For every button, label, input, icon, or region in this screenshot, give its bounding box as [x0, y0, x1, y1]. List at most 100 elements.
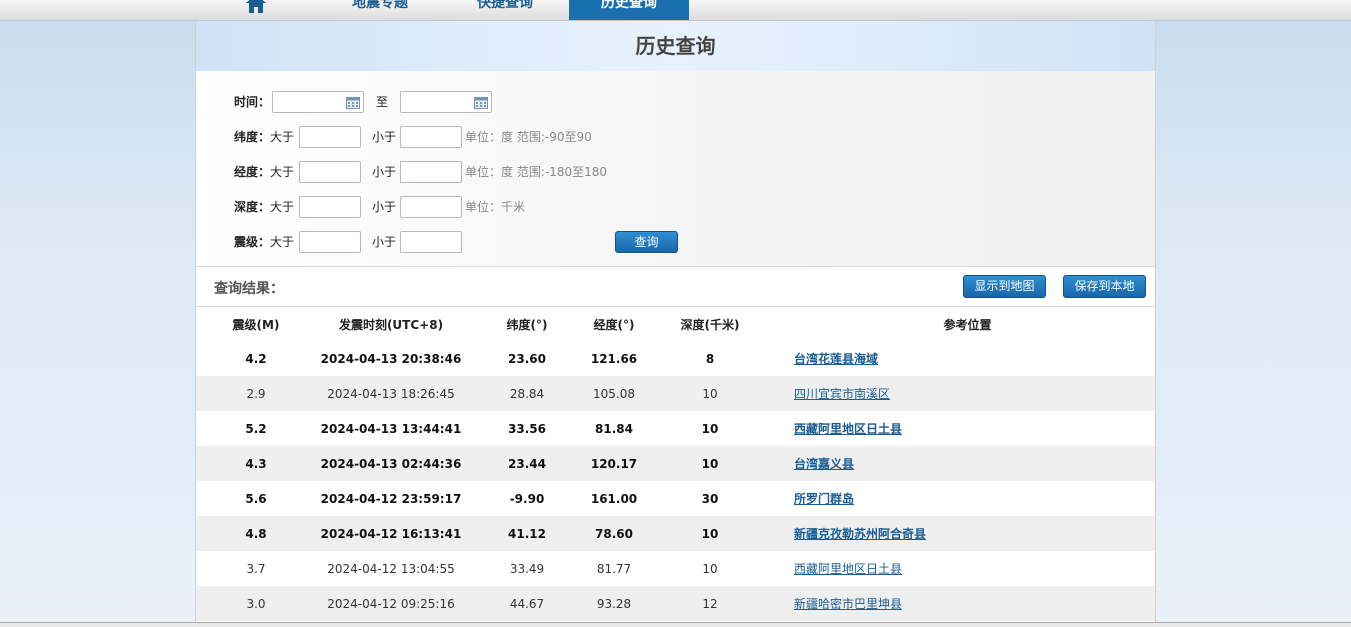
cell-depth: 10	[702, 561, 718, 576]
show-on-map-button[interactable]: 显示到地图	[963, 275, 1046, 298]
header-magnitude: 震级(M)	[196, 307, 316, 341]
magnitude-max-input[interactable]	[400, 231, 462, 253]
cell-location: 西藏阿里地区日土县	[780, 411, 1155, 446]
time-label: 时间：	[234, 95, 271, 109]
magnitude-min-input[interactable]	[299, 231, 361, 253]
cell-latitude: -9.90	[509, 491, 545, 506]
cell-longitude: 105.08	[588, 376, 640, 411]
cell-magnitude: 3.0	[196, 586, 316, 621]
location-link[interactable]: 新疆克孜勒苏州阿合奇县	[794, 527, 926, 541]
depth-label: 深度：	[234, 200, 271, 214]
location-link[interactable]: 西藏阿里地区日土县	[794, 562, 902, 576]
start-time-input[interactable]	[272, 91, 364, 113]
cell-longitude: 78.60	[588, 516, 640, 551]
results-body: 4.2 2024-04-13 20:38:46 23.60 121.66 8 台湾花莲县海…	[196, 341, 1155, 621]
cell-depth: 30	[701, 491, 719, 506]
location-link[interactable]: 台湾花莲县海域	[794, 352, 878, 366]
cell-depth: 10	[640, 376, 780, 411]
longitude-gt-label: 大于	[270, 165, 295, 179]
cell-time: 2024-04-13 13:44:41	[320, 421, 462, 436]
depth-gt-label: 大于	[270, 200, 295, 214]
magnitude-lt-label: 小于	[372, 235, 397, 249]
cell-time: 2024-04-12 09:25:16	[316, 586, 466, 621]
longitude-min-input[interactable]	[299, 161, 361, 183]
save-to-local-button[interactable]: 保存到本地	[1063, 275, 1146, 298]
depth-min-input[interactable]	[299, 196, 361, 218]
cell-magnitude: 4.2	[245, 351, 267, 366]
location-link[interactable]: 台湾嘉义县	[794, 457, 854, 471]
cell-latitude: 28.84	[466, 376, 588, 411]
header-latitude: 纬度(°)	[466, 307, 588, 341]
cell-depth: 10	[701, 421, 719, 436]
horizontal-scrollbar[interactable]	[0, 622, 1351, 627]
longitude-lt-label: 小于	[372, 165, 397, 179]
cell-time: 2024-04-12 13:04:55	[327, 561, 455, 576]
longitude-max-input[interactable]	[400, 161, 462, 183]
magnitude-row: 震级：大于 小于	[234, 231, 534, 253]
nav-quick-query[interactable]: 快捷查询	[455, 0, 555, 20]
latitude-max-input[interactable]	[400, 126, 462, 148]
cell-location: 西藏阿里地区日土县	[780, 551, 1155, 586]
query-button[interactable]: 查询	[615, 231, 678, 253]
latitude-gt-label: 大于	[270, 130, 295, 144]
latitude-min-input[interactable]	[299, 126, 361, 148]
cell-depth: 12	[640, 586, 780, 621]
longitude-unit: 单位：度 范围:-180至180	[465, 165, 607, 179]
depth-row: 深度：大于 小于 单位：千米	[234, 196, 734, 218]
end-time-input[interactable]	[400, 91, 492, 113]
table-row: 2.9 2024-04-13 18:26:45 28.84 105.08 10 四川宜宾市…	[196, 376, 1155, 411]
latitude-label: 纬度：	[234, 130, 271, 144]
cell-magnitude: 4.8	[196, 516, 316, 551]
cell-longitude: 81.84	[595, 421, 633, 436]
cell-longitude: 120.17	[588, 446, 640, 481]
cell-magnitude: 2.9	[196, 376, 316, 411]
header-location: 参考位置	[780, 307, 1155, 341]
cell-location: 新疆克孜勒苏州阿合奇县	[780, 516, 1155, 551]
cell-longitude: 81.77	[596, 561, 632, 576]
table-row: 5.2 2024-04-13 13:44:41 33.56 81.84 10 西藏阿里地区…	[196, 411, 1155, 446]
calendar-icon[interactable]	[346, 96, 360, 109]
cell-longitude: 93.28	[588, 586, 640, 621]
cell-location: 台湾嘉义县	[780, 446, 1155, 481]
table-header-row: 震级(M) 发震时刻(UTC+8) 纬度(°) 经度(°) 深度(千米) 参考位…	[196, 307, 1155, 341]
cell-longitude: 161.00	[590, 491, 638, 506]
cell-location: 台湾花莲县海域	[780, 341, 1155, 376]
location-link[interactable]: 所罗门群岛	[794, 492, 854, 506]
depth-max-input[interactable]	[400, 196, 462, 218]
cell-time: 2024-04-13 18:26:45	[316, 376, 466, 411]
nav-earthquake-topics[interactable]: 地震专题	[330, 0, 430, 20]
cell-time: 2024-04-12 23:59:17	[320, 491, 462, 506]
nav-history-query[interactable]: 历史查询	[569, 0, 689, 20]
calendar-icon[interactable]	[474, 96, 488, 109]
latitude-row: 纬度：大于 小于 单位：度 范围:-90至90	[234, 126, 734, 148]
cell-latitude: 23.60	[508, 351, 546, 366]
location-link[interactable]: 四川宜宾市南溪区	[794, 387, 890, 401]
cell-latitude: 41.12	[466, 516, 588, 551]
longitude-row: 经度：大于 小于 单位：度 范围:-180至180	[234, 161, 734, 183]
header-depth: 深度(千米)	[640, 307, 780, 341]
page-title: 历史查询	[196, 21, 1155, 71]
cell-location: 新疆哈密市巴里坤县	[780, 586, 1155, 621]
cell-depth: 10	[640, 446, 780, 481]
location-link[interactable]: 西藏阿里地区日土县	[794, 422, 902, 436]
table-row: 3.7 2024-04-12 13:04:55 33.49 81.77 10 西藏阿里地区…	[196, 551, 1155, 586]
cell-latitude: 33.49	[509, 561, 545, 576]
cell-latitude: 23.44	[466, 446, 588, 481]
table-row: 4.2 2024-04-13 20:38:46 23.60 121.66 8 台湾花莲县海…	[196, 341, 1155, 376]
latitude-unit: 单位：度 范围:-90至90	[465, 130, 592, 144]
magnitude-gt-label: 大于	[270, 235, 295, 249]
longitude-label: 经度：	[234, 165, 271, 179]
cell-location: 四川宜宾市南溪区	[780, 376, 1155, 411]
cell-location: 所罗门群岛	[780, 481, 1155, 516]
cell-latitude: 33.56	[508, 421, 546, 436]
cell-latitude: 44.67	[466, 586, 588, 621]
results-toolbar: 查询结果： 显示到地图 保存到本地	[196, 267, 1155, 307]
location-link[interactable]: 新疆哈密市巴里坤县	[794, 597, 902, 611]
results-title: 查询结果：	[214, 281, 284, 297]
cell-magnitude: 4.3	[196, 446, 316, 481]
cell-magnitude: 3.7	[246, 561, 266, 576]
time-row: 时间： 至	[234, 91, 534, 113]
home-icon[interactable]	[244, 0, 268, 14]
query-form: 时间： 至 纬度：大于 小于 单位：度 范围:-90至90 经度：大于 小于 单…	[196, 71, 1155, 267]
depth-lt-label: 小于	[372, 200, 397, 214]
